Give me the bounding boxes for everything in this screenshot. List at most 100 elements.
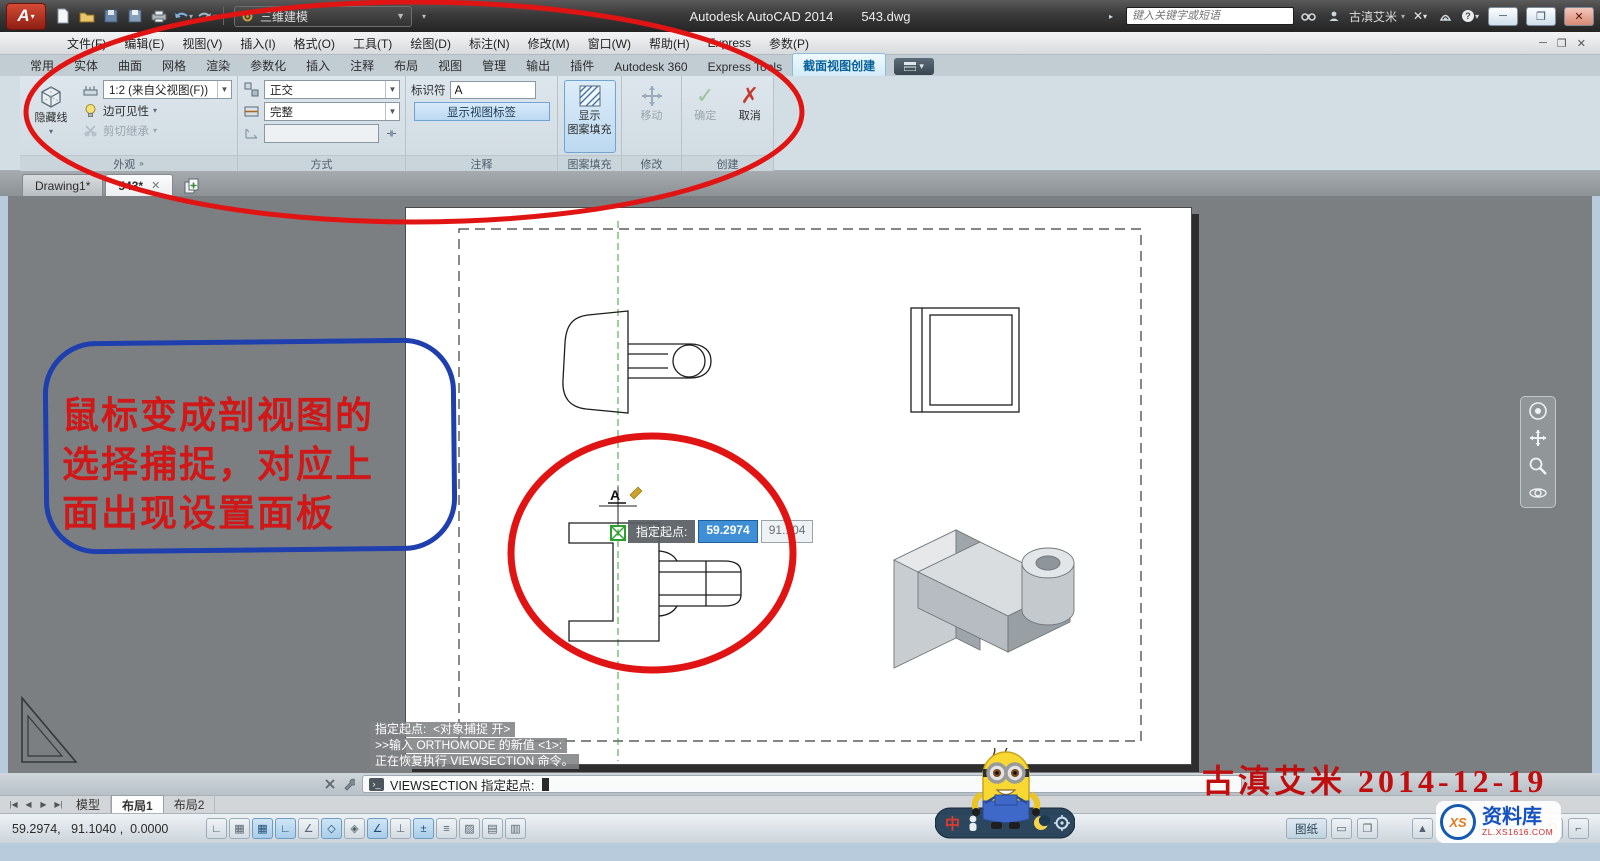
depth-distance-input[interactable] [264,124,379,143]
cut-inheritance-button[interactable]: 剪切继承 ▾ [82,122,232,139]
new-drawing-tab-button[interactable] [181,176,203,196]
panel-hatch-footer[interactable]: 图案填充 [558,155,621,171]
tooltip-x-field[interactable]: 59.2974 [698,520,757,543]
tab-express-tools[interactable]: Express Tools [698,57,792,76]
close-button[interactable]: ✕ [1564,7,1594,26]
transparency-toggle[interactable]: ▨ [459,818,480,839]
ortho-mode-toggle[interactable]: ∟ [275,818,296,839]
tab-output[interactable]: 输出 [516,54,560,76]
dynamic-input-toggle[interactable]: ± [413,818,434,839]
selection-cycling-toggle[interactable]: ▥ [505,818,526,839]
orbit-icon[interactable] [1528,483,1548,503]
help-icon[interactable]: ?▾ [1460,6,1480,26]
scale-dropdown[interactable]: 1:2 (来自父视图(F))▼ [103,80,232,99]
quick-view-drawings-icon[interactable]: ❐ [1357,818,1378,839]
tab-parametric[interactable]: 参数化 [240,54,296,76]
menu-format[interactable]: 格式(O) [285,32,344,54]
menu-tools[interactable]: 工具(T) [344,32,401,54]
menu-help[interactable]: 帮助(H) [640,32,699,54]
layout-paper[interactable]: A [405,207,1192,765]
plot-icon[interactable] [148,6,170,26]
quick-view-layouts-icon[interactable]: ▭ [1331,818,1352,839]
polar-tracking-toggle[interactable]: ∠ [298,818,319,839]
undo-icon[interactable]: ▾ [172,6,194,26]
tab-render[interactable]: 渲染 [196,54,240,76]
ok-button[interactable]: ✓ 确定 [687,80,724,153]
first-layout-icon[interactable]: |◀ [6,798,21,812]
menu-express[interactable]: Express [699,32,760,54]
grid-display-toggle[interactable]: ▦ [252,818,273,839]
prev-layout-icon[interactable]: ◀ [21,798,36,812]
panel-method-footer[interactable]: 方式 [238,155,405,171]
object-snap-tracking-toggle[interactable]: ∠ [367,818,388,839]
cancel-button[interactable]: ✗ 取消 [732,80,769,153]
edge-visibility-button[interactable]: 边可见性 ▾ [82,102,232,119]
menu-modify[interactable]: 修改(M) [519,32,579,54]
open-folder-icon[interactable] [76,6,98,26]
communication-center-icon[interactable] [1435,6,1455,26]
redo-icon[interactable]: ▾ [196,6,218,26]
zoom-icon[interactable] [1528,456,1548,476]
qat-more-icon[interactable]: ▾ [413,6,435,26]
sign-in-icon[interactable] [1324,6,1344,26]
new-file-icon[interactable] [52,6,74,26]
menu-dimension[interactable]: 标注(N) [460,32,519,54]
tab-model[interactable]: 模型 [66,795,111,814]
tab-manage[interactable]: 管理 [472,54,516,76]
3d-object-snap-toggle[interactable]: ◈ [344,818,365,839]
steering-wheel-icon[interactable] [1528,401,1548,421]
object-snap-toggle[interactable]: ◇ [321,818,342,839]
panel-modify-footer[interactable]: 修改 [622,155,681,171]
clean-screen-icon[interactable]: ⌐ [1568,818,1589,839]
tab-annotate[interactable]: 注释 [340,54,384,76]
infocenter-collapse-icon[interactable]: ▸ [1101,6,1121,26]
last-layout-icon[interactable]: ▶| [51,798,66,812]
minimize-button[interactable]: ─ [1488,7,1518,26]
depth-dropdown[interactable]: 完整▼ [264,102,400,121]
tab-mesh[interactable]: 网格 [152,54,196,76]
command-close-icon[interactable] [322,776,338,792]
identifier-input[interactable] [450,81,536,99]
menu-file[interactable]: 文件(F) [58,32,115,54]
user-account-button[interactable]: 古滇艾米▾ [1349,8,1405,25]
annotation-visibility-icon[interactable]: ▲ [1412,818,1433,839]
tab-autodesk-360[interactable]: Autodesk 360 [604,57,697,76]
tab-surface[interactable]: 曲面 [108,54,152,76]
pan-icon[interactable] [1528,428,1548,448]
menu-insert[interactable]: 插入(I) [231,32,284,54]
panel-create-footer[interactable]: 创建 [682,155,773,171]
file-tab-543[interactable]: 543*✕ [105,174,173,196]
file-tab-drawing1[interactable]: Drawing1* [22,174,103,196]
panel-appearance-footer[interactable]: 外观» [20,155,237,171]
ribbon-display-options-button[interactable]: ▾ [894,58,934,75]
snap-mode-toggle[interactable]: ▦ [229,818,250,839]
tab-section-view-creation[interactable]: 截面视图创建 [792,53,886,76]
dynamic-ucs-toggle[interactable]: ⊥ [390,818,411,839]
quick-properties-toggle[interactable]: ▤ [482,818,503,839]
doc-restore-icon[interactable]: ❐ [1557,37,1567,50]
panel-annotation-footer[interactable]: 注释 [406,155,557,171]
drawing-canvas[interactable]: A 指定起点: 59.2974 91.104 指定起点: <对象捕捉 开> >>… [8,196,1592,773]
search-binoculars-icon[interactable] [1299,6,1319,26]
search-input[interactable] [1126,7,1294,25]
workspace-dropdown[interactable]: 三维建模 ▼ [234,6,412,27]
menu-view[interactable]: 视图(V) [173,32,231,54]
paper-space-button[interactable]: 图纸 [1286,818,1327,839]
menu-window[interactable]: 窗口(W) [579,32,640,54]
slider-icon[interactable] [383,125,400,142]
save-icon[interactable] [100,6,122,26]
tab-layout1[interactable]: 布局1 [111,795,164,815]
tooltip-y-field[interactable]: 91.104 [761,520,814,543]
menu-draw[interactable]: 绘图(D) [401,32,460,54]
next-layout-icon[interactable]: ▶ [36,798,51,812]
tab-insert[interactable]: 插入 [296,54,340,76]
restore-button[interactable]: ❐ [1526,7,1556,26]
tab-solid[interactable]: 实体 [64,54,108,76]
menu-parameters[interactable]: 参数(P) [760,32,818,54]
lineweight-toggle[interactable]: ≡ [436,818,457,839]
doc-close-icon[interactable]: ✕ [1577,37,1586,50]
tab-layout[interactable]: 布局 [384,54,428,76]
close-tab-icon[interactable]: ✕ [151,179,160,192]
tab-home[interactable]: 常用 [20,54,64,76]
command-input[interactable]: ›_ VIEWSECTION 指定起点: [362,775,1242,793]
